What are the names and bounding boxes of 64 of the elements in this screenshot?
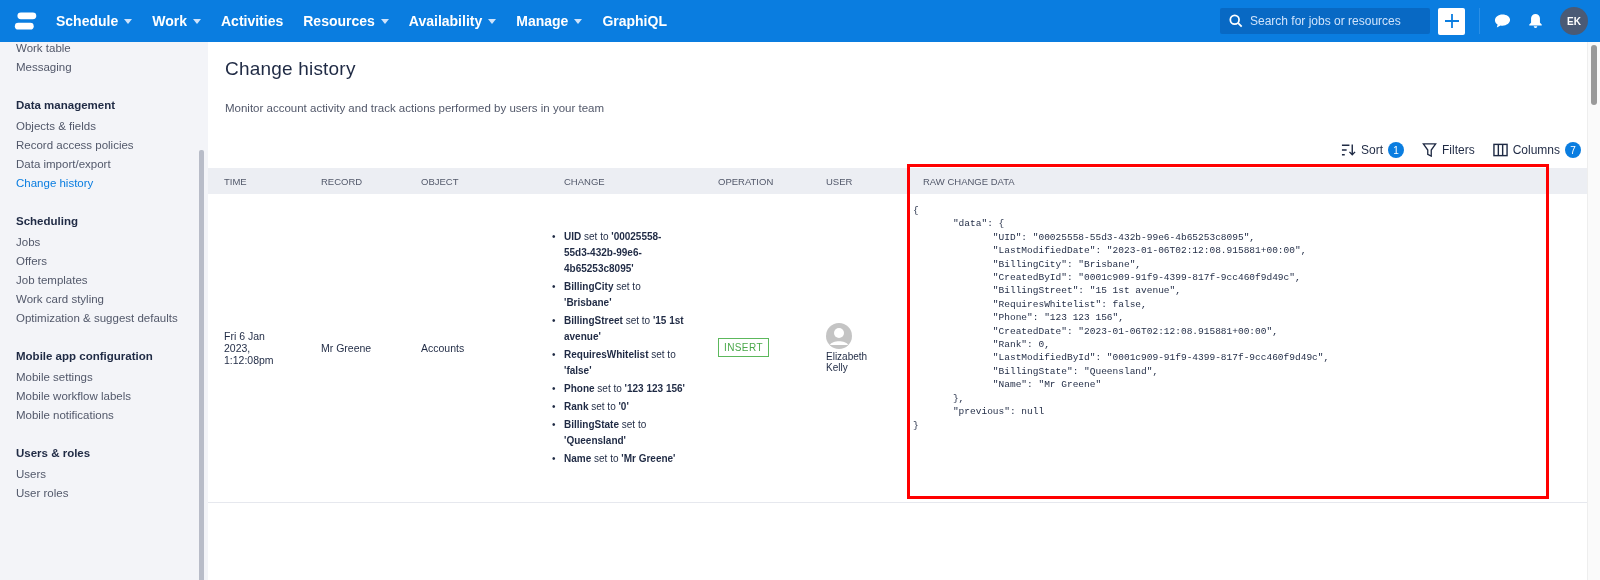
change-item: • Rank set to '0' xyxy=(552,399,630,414)
columns-icon xyxy=(1492,143,1508,157)
user-name: Elizabeth Kelly xyxy=(826,350,869,373)
sidebar-link[interactable]: Work table xyxy=(16,42,192,58)
time-cell: Fri 6 Jan 2023, 1:12:08pm xyxy=(224,329,274,366)
user-avatar[interactable]: EK xyxy=(1560,7,1588,35)
sidebar-link[interactable]: Job templates xyxy=(16,271,192,290)
sidebar-link[interactable]: Mobile settings xyxy=(16,368,192,387)
sidebar-section-title: Users & roles xyxy=(16,447,92,459)
sidebar-link[interactable]: Change history xyxy=(16,174,192,193)
add-button[interactable] xyxy=(1438,7,1465,35)
sidebar-section-title: Data management xyxy=(16,99,117,111)
logo-icon[interactable] xyxy=(14,11,38,31)
column-header: TIME xyxy=(208,168,305,194)
columns-button[interactable]: Columns 7 xyxy=(1492,142,1581,158)
column-header: RAW CHANGE DATA xyxy=(907,168,1587,194)
bell-icon[interactable] xyxy=(1527,13,1544,29)
page-title: Change history xyxy=(225,58,357,80)
change-item: • Phone set to '123 123 156' xyxy=(552,381,686,396)
nav-menu-item[interactable]: Work xyxy=(152,13,201,29)
change-item: • Name set to 'Mr Greene' xyxy=(552,451,677,466)
nav-menu-item[interactable]: Manage xyxy=(516,13,583,29)
sidebar-link[interactable]: Mobile notifications xyxy=(16,406,192,425)
record-cell: Mr Greene xyxy=(321,341,372,354)
sidebar-link[interactable]: Optimization & suggest defaults xyxy=(16,309,192,328)
raw-json-text: { "data": { "UID": "00025558-55d3-432b-99e6-4b65253c8095", "LastModifiedDate": "2023-01-06T02:12:08.915881+00:00", "BillingCity": "Brisbane", "CreatedById": "0001c909-91f9-4399-817f-9cc460f9d49c", "BillingStreet": "15 1st avenue", "RequiresWhitelist": false, "Phone": "123 123 156", "CreatedDate": "2023-01-06T02:12:08.915881+00:00", "Rank": 0, "LastModifiedById": "0001c909-91f9-4399-817f-9cc460f9d49c", "BillingState": "Queensland", "Name": "Mr Greene" }, "previous": null } xyxy=(913,204,1331,432)
search-icon xyxy=(1229,14,1243,28)
sort-icon xyxy=(1340,143,1356,157)
nav-menu-item[interactable]: Activities xyxy=(221,13,284,29)
sidebar-link[interactable]: Record access policies xyxy=(16,136,192,155)
user-silhouette-icon xyxy=(826,322,852,349)
sidebar-link[interactable]: Offers xyxy=(16,252,192,271)
column-header: CHANGE xyxy=(548,168,702,194)
sort-button[interactable]: Sort 1 xyxy=(1340,142,1404,158)
nav-menu-item[interactable]: GraphiQL xyxy=(602,13,667,29)
sidebar-link[interactable]: Data import/export xyxy=(16,155,192,174)
search-field[interactable]: Search for jobs or resources xyxy=(1220,8,1430,34)
sidebar-link[interactable]: User roles xyxy=(16,484,192,503)
nav-menu-item[interactable]: Availability xyxy=(408,13,497,29)
filter-icon xyxy=(1421,143,1437,157)
scrollbar-thumb[interactable] xyxy=(199,150,204,580)
sidebar-link[interactable]: Mobile workflow labels xyxy=(16,387,192,406)
sidebar-link[interactable]: Work card styling xyxy=(16,290,192,309)
chat-icon[interactable] xyxy=(1494,13,1511,29)
filters-button[interactable]: Filters xyxy=(1421,142,1475,158)
scrollbar-thumb[interactable] xyxy=(1591,45,1597,105)
operation-tag: INSERT xyxy=(718,338,769,358)
sidebar-link[interactable]: Messaging xyxy=(16,58,192,77)
sidebar-section-title: Mobile app configuration xyxy=(16,350,154,362)
sidebar-link[interactable]: Jobs xyxy=(16,233,192,252)
page-description: Monitor account activity and track actions performed by users in your team xyxy=(225,102,606,114)
plus-icon xyxy=(1443,13,1460,29)
object-cell: Accounts xyxy=(421,341,465,354)
sidebar-link[interactable]: Objects & fields xyxy=(16,117,192,136)
column-header: USER xyxy=(810,168,907,194)
column-header: OPERATION xyxy=(702,168,810,194)
nav-menu-item[interactable]: Schedule xyxy=(56,13,133,29)
column-header: OBJECT xyxy=(405,168,548,194)
count-badge: 7 xyxy=(1565,142,1581,158)
nav-menu-item[interactable]: Resources xyxy=(303,13,389,29)
sidebar-section-title: Scheduling xyxy=(16,215,79,227)
column-header: RECORD xyxy=(305,168,405,194)
count-badge: 1 xyxy=(1387,142,1404,158)
sidebar-link[interactable]: Users xyxy=(16,465,192,484)
